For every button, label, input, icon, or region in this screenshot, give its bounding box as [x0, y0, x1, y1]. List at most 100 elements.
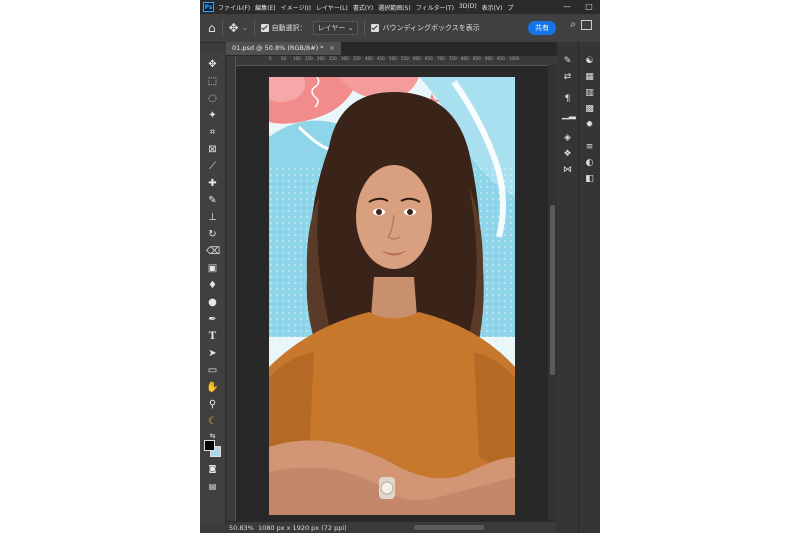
styles-icon[interactable]: ◐: [584, 158, 595, 169]
eraser-tool-icon[interactable]: ⌫: [206, 245, 220, 258]
move-icon[interactable]: ✥: [229, 21, 239, 35]
history-brush-icon[interactable]: ↻: [206, 228, 219, 241]
menu-3d[interactable]: 3D(D): [459, 3, 477, 12]
ruler-tick-label: 450: [377, 56, 385, 61]
pen-tool-icon[interactable]: ✒: [206, 313, 219, 326]
color-icon[interactable]: ☯: [584, 56, 595, 67]
share-button[interactable]: 共有: [528, 21, 556, 35]
auto-select-dropdown[interactable]: レイヤー ⌄: [312, 21, 359, 35]
properties-icon[interactable]: ✹: [584, 120, 595, 131]
quick-mask-icon[interactable]: ◙: [206, 462, 219, 475]
healing-brush-icon[interactable]: ✚: [206, 177, 219, 190]
ruler-tick-label: 700: [437, 56, 445, 61]
brush-settings-icon[interactable]: ✎: [562, 56, 573, 67]
screen-mode-icon[interactable]: ▤: [206, 480, 219, 493]
ruler-tick-label: 250: [329, 56, 337, 61]
horizontal-scroll-thumb[interactable]: [414, 525, 484, 530]
vertical-scrollbar[interactable]: [548, 65, 557, 521]
layers-icon[interactable]: ◈: [562, 133, 573, 144]
menu-image[interactable]: イメージ(I): [281, 3, 311, 12]
gradients-icon[interactable]: ▥: [584, 88, 595, 99]
vertical-scroll-thumb[interactable]: [550, 205, 555, 375]
stamp-tool-icon[interactable]: ⊥: [206, 211, 219, 224]
ruler-tick-label: 850: [473, 56, 481, 61]
document-tab[interactable]: 01.psd @ 50.8% (RGB/8#) * ×: [226, 42, 341, 55]
ruler-tick-label: 900: [485, 56, 493, 61]
workspace-icon[interactable]: [581, 20, 592, 30]
status-bar: 50.83% 1080 px x 1920 px (72 ppi): [226, 521, 557, 533]
menu-filter[interactable]: フィルター(T): [416, 3, 454, 12]
paragraph-icon[interactable]: ¶: [562, 94, 573, 105]
home-icon[interactable]: ⌂: [208, 21, 216, 35]
zoom-tool-icon[interactable]: ⚲: [206, 398, 219, 411]
minimize-button[interactable]: —: [556, 0, 578, 14]
frame-tool-icon[interactable]: ⊠: [206, 143, 219, 156]
document-tab-title: 01.psd @ 50.8% (RGB/8#) *: [232, 44, 324, 52]
panel-column-1: ✎ ⇄ ¶ ▁▂ ◈ ❖ ⋈: [557, 42, 579, 533]
canvas-image[interactable]: [269, 77, 515, 515]
type-tool-icon[interactable]: T: [206, 330, 219, 343]
crop-tool-icon[interactable]: ⌗: [206, 126, 219, 139]
adjustments-icon[interactable]: ≡: [584, 142, 595, 153]
dodge-tool-icon[interactable]: ●: [206, 296, 219, 309]
horizontal-ruler: 0 50 100 150 200 250 300 350 400 450 500 550 600 650 7…: [235, 56, 557, 66]
rectangle-tool-icon[interactable]: ▭: [206, 364, 219, 377]
bounding-box-label: バウンディングボックスを表示: [382, 24, 480, 32]
portrait-photo: [269, 77, 515, 515]
path-selection-icon[interactable]: ➤: [206, 347, 219, 360]
tools-panel: ✥ ⬚ ◌ ✦ ⌗ ⊠ ⟋ ✚ ✎ ⊥ ↻ ⌫ ▣ ♦ ● ✒ T ➤ ▭ ✋ …: [200, 54, 226, 524]
zoom-level[interactable]: 50.83%: [229, 524, 254, 532]
magic-wand-icon[interactable]: ✦: [206, 109, 219, 122]
ruler-tick-label: 500: [389, 56, 397, 61]
brush-tool-icon[interactable]: ✎: [206, 194, 219, 207]
ruler-tick-label: 200: [317, 56, 325, 61]
divider: [221, 20, 223, 36]
close-icon[interactable]: ×: [330, 44, 335, 52]
blur-tool-icon[interactable]: ♦: [206, 279, 219, 292]
ruler-tick-label: 950: [497, 56, 505, 61]
eyedropper-icon[interactable]: ⟋: [206, 160, 219, 173]
divider: [253, 20, 255, 36]
bounding-box-checkbox[interactable]: [371, 24, 380, 32]
menu-plugins[interactable]: プ: [507, 3, 513, 12]
menu-layer[interactable]: レイヤー(L): [316, 3, 348, 12]
libraries-icon[interactable]: ◧: [584, 174, 595, 185]
edit-toolbar-icon[interactable]: ☾: [206, 415, 219, 428]
hand-tool-icon[interactable]: ✋: [206, 381, 219, 394]
ruler-tick-label: 600: [413, 56, 421, 61]
ruler-tick-label: 300: [341, 56, 349, 61]
ruler-tick-label: 550: [401, 56, 409, 61]
adjust-icon[interactable]: ⇄: [562, 72, 573, 83]
ruler-tick-label: 1000: [509, 56, 520, 61]
ruler-tick-label: 150: [305, 56, 313, 61]
photoshop-window: Ps ファイル(F) 編集(E) イメージ(I) レイヤー(L) 書式(Y) 選…: [200, 0, 600, 533]
foreground-color[interactable]: [204, 440, 215, 451]
maximize-button[interactable]: □: [578, 0, 600, 14]
lasso-tool-icon[interactable]: ◌: [206, 92, 219, 105]
ruler-tick-label: 50: [281, 56, 287, 61]
panel-column-2: ☯ ▦ ▥ ▩ ✹ ≡ ◐ ◧: [579, 42, 600, 533]
move-tool-icon[interactable]: ✥: [206, 58, 219, 71]
auto-select-checkbox[interactable]: [260, 24, 269, 32]
right-panel-dock: ✎ ⇄ ¶ ▁▂ ◈ ❖ ⋈ ☯ ▦ ▥ ▩ ✹ ≡ ◐ ◧: [557, 42, 600, 533]
channels-icon[interactable]: ❖: [562, 149, 573, 160]
menu-edit[interactable]: 編集(E): [255, 3, 275, 12]
swatches-icon[interactable]: ▦: [584, 72, 595, 83]
vertical-ruler: [226, 56, 236, 521]
chevron-down-icon[interactable]: ⌄: [242, 24, 248, 32]
paths-icon[interactable]: ⋈: [562, 165, 573, 176]
menu-select[interactable]: 選択範囲(S): [378, 3, 411, 12]
auto-select-value: レイヤー: [317, 24, 346, 32]
patterns-icon[interactable]: ▩: [584, 104, 595, 115]
menu-bar: Ps ファイル(F) 編集(E) イメージ(I) レイヤー(L) 書式(Y) 選…: [200, 0, 600, 14]
menu-view[interactable]: 表示(V): [482, 3, 503, 12]
gradient-tool-icon[interactable]: ▣: [206, 262, 219, 275]
histogram-icon[interactable]: ▁▂: [562, 110, 576, 121]
document-info[interactable]: 1080 px x 1920 px (72 ppi): [258, 524, 347, 532]
search-icon[interactable]: ⌕: [570, 19, 576, 30]
ruler-tick-label: 0: [269, 56, 272, 61]
marquee-tool-icon[interactable]: ⬚: [206, 75, 219, 88]
menu-file[interactable]: ファイル(F): [218, 3, 250, 12]
ruler-tick-label: 650: [425, 56, 433, 61]
menu-type[interactable]: 書式(Y): [353, 3, 373, 12]
